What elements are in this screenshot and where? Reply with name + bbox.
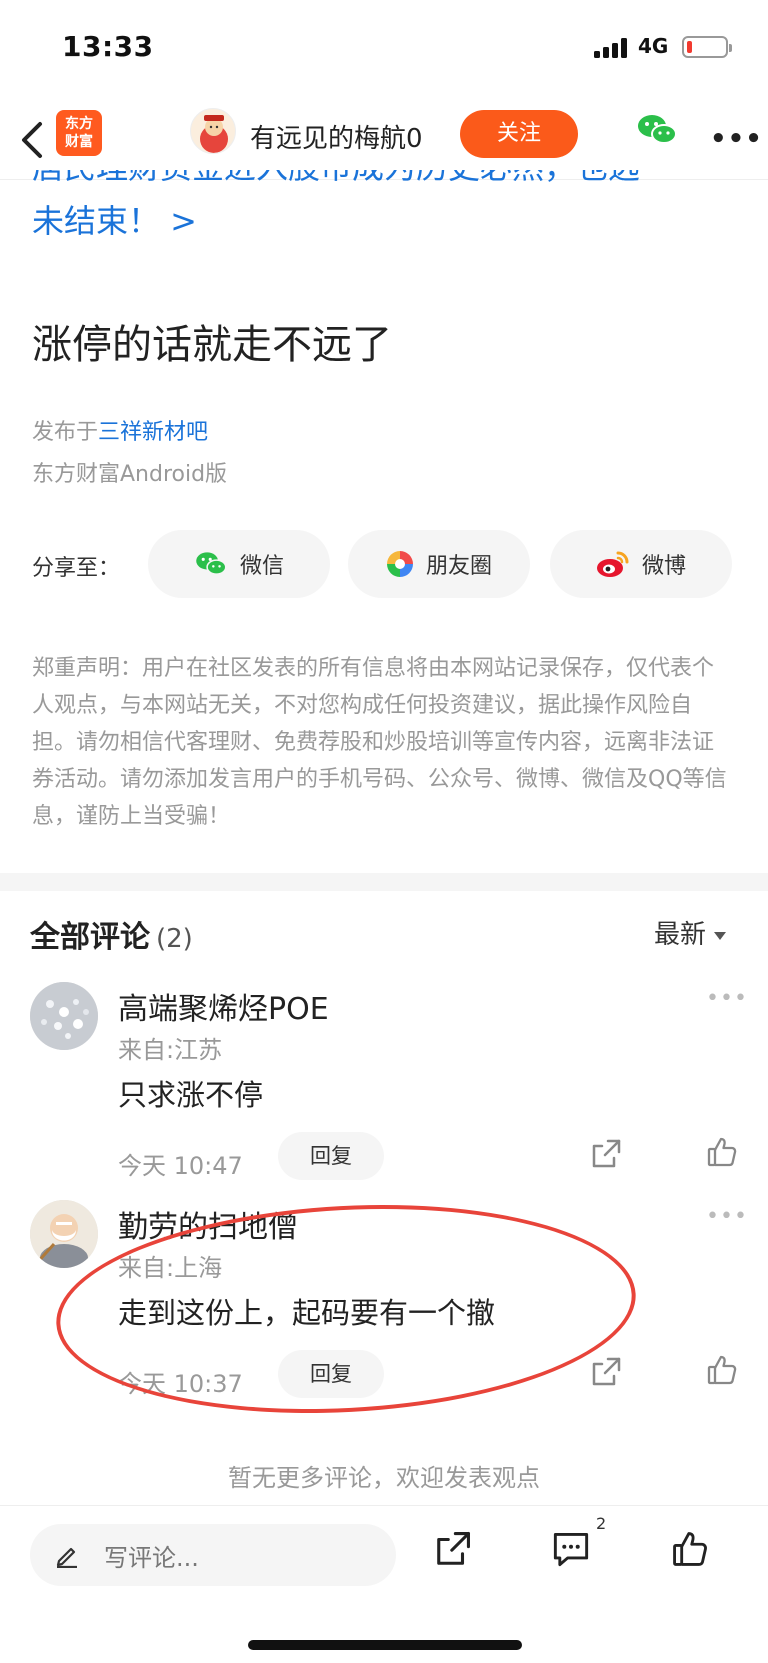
share-icon[interactable] — [590, 1356, 622, 1392]
board-link[interactable]: 三祥新材吧 — [98, 420, 208, 445]
section-divider — [0, 873, 768, 891]
moments-icon — [386, 550, 414, 578]
wechat-share-icon[interactable] — [636, 112, 678, 152]
comment-time: 今天 10:47 — [118, 1152, 243, 1180]
follow-button[interactable]: 关注 — [460, 110, 578, 158]
comments-icon[interactable] — [552, 1530, 590, 1572]
share-label: 分享至： — [32, 556, 121, 581]
comment-text: 走到这份上，起码要有一个撤 — [118, 1296, 496, 1330]
comment-author[interactable]: 高端聚烯烃POE — [118, 984, 329, 1028]
sort-dropdown[interactable]: 最新 — [654, 914, 727, 951]
share-wechat-button[interactable]: 微信 — [148, 530, 330, 598]
share-icon[interactable] — [590, 1138, 622, 1174]
related-link[interactable]: 居民理财资金进入股市成为历史必然，也远 未结束！ > — [32, 170, 742, 270]
share-weibo-button[interactable]: 微博 — [550, 530, 732, 598]
chevron-left-icon — [22, 122, 42, 158]
network-type: 4G — [638, 34, 669, 58]
sort-label: 最新 — [654, 920, 707, 950]
comments-title: 全部评论 — [30, 920, 150, 955]
comment-text: 只求涨不停 — [118, 1078, 264, 1112]
bottom-bar: 写评论... 2 — [0, 1505, 768, 1615]
client-info: 东方财富Android版 — [32, 462, 228, 487]
comment-author[interactable]: 勤劳的扫地僧 — [118, 1202, 298, 1246]
post-body: 涨停的话就走不远了 — [32, 322, 392, 368]
comment-input-placeholder: 写评论... — [104, 1543, 199, 1572]
status-time: 13:33 — [62, 30, 154, 63]
related-link-line1: 居民理财资金进入股市成为历史必然，也远 — [32, 170, 742, 194]
reply-button[interactable]: 回复 — [278, 1350, 384, 1398]
comment-input[interactable]: 写评论... — [30, 1524, 396, 1586]
nav-bar: 东方 财富 有远见的梅航0 关注 ••• — [0, 100, 768, 180]
published-prefix: 发布于 — [32, 420, 99, 445]
like-icon[interactable] — [670, 1530, 710, 1572]
comments-header: 全部评论 (2) — [30, 912, 193, 956]
more-icon[interactable]: ••• — [706, 986, 748, 1011]
like-icon[interactable] — [706, 1136, 738, 1172]
comment-time: 今天 10:37 — [118, 1370, 243, 1398]
share-moments-label: 朋友圈 — [425, 554, 492, 579]
comment-item: 勤劳的扫地僧 ••• 来自:上海 走到这份上，起码要有一个撤 今天 10:37 … — [0, 1200, 768, 1420]
share-icon[interactable] — [434, 1530, 472, 1572]
related-link-line2: 未结束！ > — [32, 202, 197, 240]
battery-level — [687, 41, 692, 53]
comment-location: 来自:上海 — [118, 1254, 223, 1282]
weibo-icon — [596, 550, 630, 578]
comments-count: (2) — [156, 924, 193, 954]
app-logo-line2: 财富 — [65, 134, 93, 150]
status-bar: 13:33 4G — [0, 0, 768, 100]
author-avatar[interactable] — [190, 108, 236, 154]
share-wechat-label: 微信 — [239, 554, 284, 579]
comment-item: 高端聚烯烃POE ••• 来自:江苏 只求涨不停 今天 10:47 回复 — [0, 982, 768, 1202]
like-icon[interactable] — [706, 1354, 738, 1390]
home-indicator[interactable] — [248, 1640, 522, 1650]
wechat-icon — [194, 550, 228, 578]
avatar[interactable] — [30, 982, 98, 1050]
comment-location: 来自:江苏 — [118, 1036, 223, 1064]
avatar[interactable] — [30, 1200, 98, 1268]
share-weibo-label: 微博 — [641, 554, 686, 579]
reply-button[interactable]: 回复 — [278, 1132, 384, 1180]
pencil-icon — [54, 1542, 80, 1568]
more-icon[interactable]: ••• — [706, 1204, 748, 1229]
back-button[interactable] — [18, 118, 58, 162]
share-moments-button[interactable]: 朋友圈 — [348, 530, 530, 598]
disclaimer: 郑重声明：用户在社区发表的所有信息将由本网站记录保存，仅代表个人观点，与本网站无… — [32, 656, 727, 829]
signal-icon — [594, 38, 628, 62]
comment-count-badge: 2 — [596, 1514, 607, 1533]
battery-icon — [682, 36, 732, 58]
app-logo-line1: 东方 — [65, 116, 93, 132]
author-name[interactable]: 有远见的梅航0 — [250, 118, 423, 155]
no-more-comments: 暂无更多评论，欢迎发表观点 — [228, 1464, 540, 1492]
app-logo[interactable]: 东方 财富 — [56, 110, 102, 156]
published-in: 发布于三祥新材吧 — [32, 414, 208, 446]
more-icon[interactable]: ••• — [710, 124, 763, 154]
caret-down-icon — [714, 931, 727, 940]
